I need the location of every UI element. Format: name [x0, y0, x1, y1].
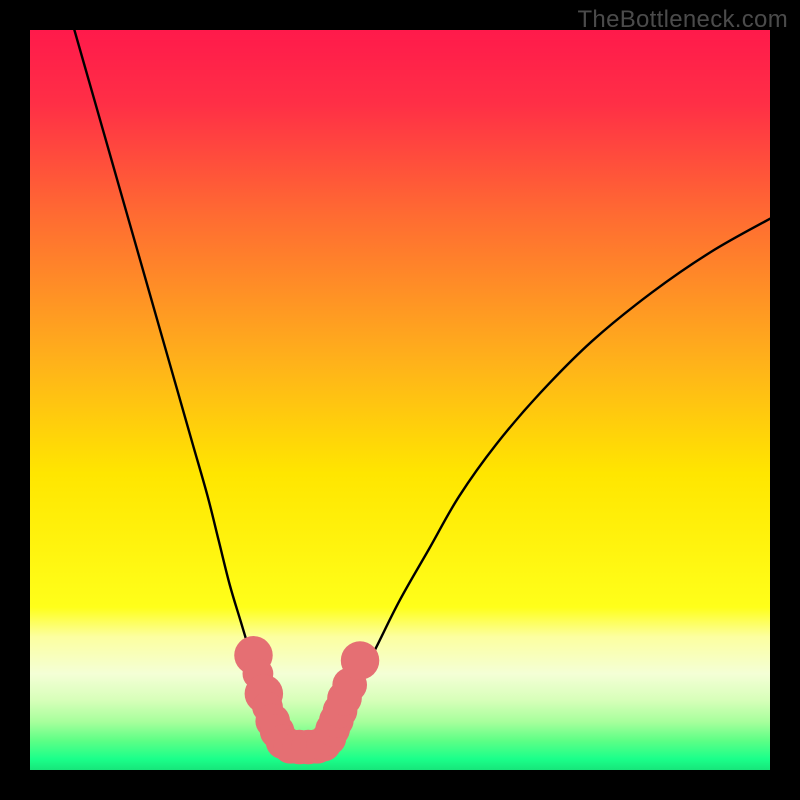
right-branch-curve	[327, 219, 770, 748]
marker-dot	[341, 641, 379, 679]
marker-group	[234, 636, 379, 764]
chart-frame: TheBottleneck.com	[0, 0, 800, 800]
plot-area	[30, 30, 770, 770]
watermark-text: TheBottleneck.com	[577, 6, 788, 34]
curve-layer	[30, 30, 770, 770]
